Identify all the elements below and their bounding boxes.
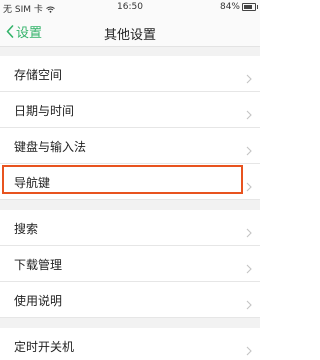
- settings-item-label: 定时开关机: [14, 340, 75, 354]
- chevron-right-icon: [246, 69, 252, 88]
- settings-item-label: 导航键: [14, 176, 51, 190]
- settings-item-date-time[interactable]: 日期与时间: [0, 92, 260, 128]
- settings-item-search[interactable]: 搜索: [0, 210, 260, 246]
- navigation-bar: 设置 其他设置: [0, 16, 260, 47]
- battery-percent: 84%: [219, 2, 240, 12]
- chevron-right-icon: [246, 223, 252, 242]
- status-bar: 无 SIM 卡 16:50 84%: [0, 0, 260, 16]
- settings-item-label: 日期与时间: [14, 104, 75, 118]
- settings-item-download-manager[interactable]: 下载管理: [0, 246, 260, 282]
- settings-item-storage[interactable]: 存储空间: [0, 56, 260, 92]
- chevron-right-icon: [246, 141, 252, 160]
- chevron-right-icon: [246, 259, 252, 278]
- battery-icon: [242, 3, 258, 11]
- settings-item-label: 键盘与输入法: [14, 140, 87, 154]
- settings-item-label: 存储空间: [14, 68, 63, 82]
- group-spacer: [0, 200, 260, 210]
- settings-item-navigation-keys[interactable]: 导航键: [0, 164, 260, 200]
- settings-item-keyboard[interactable]: 键盘与输入法: [0, 128, 260, 164]
- settings-item-label: 搜索: [14, 222, 39, 236]
- settings-item-label: 使用说明: [14, 294, 63, 308]
- settings-item-user-guide[interactable]: 使用说明: [0, 282, 260, 318]
- settings-item-scheduled-power[interactable]: 定时开关机: [0, 328, 260, 356]
- settings-item-label: 下载管理: [14, 258, 63, 272]
- battery-status: 84%: [219, 2, 258, 12]
- group-spacer: [0, 318, 260, 328]
- chevron-right-icon: [246, 295, 252, 314]
- group-spacer: [0, 47, 260, 56]
- chevron-right-icon: [246, 177, 252, 196]
- page-title: 其他设置: [103, 28, 156, 43]
- chevron-right-icon: [246, 105, 252, 124]
